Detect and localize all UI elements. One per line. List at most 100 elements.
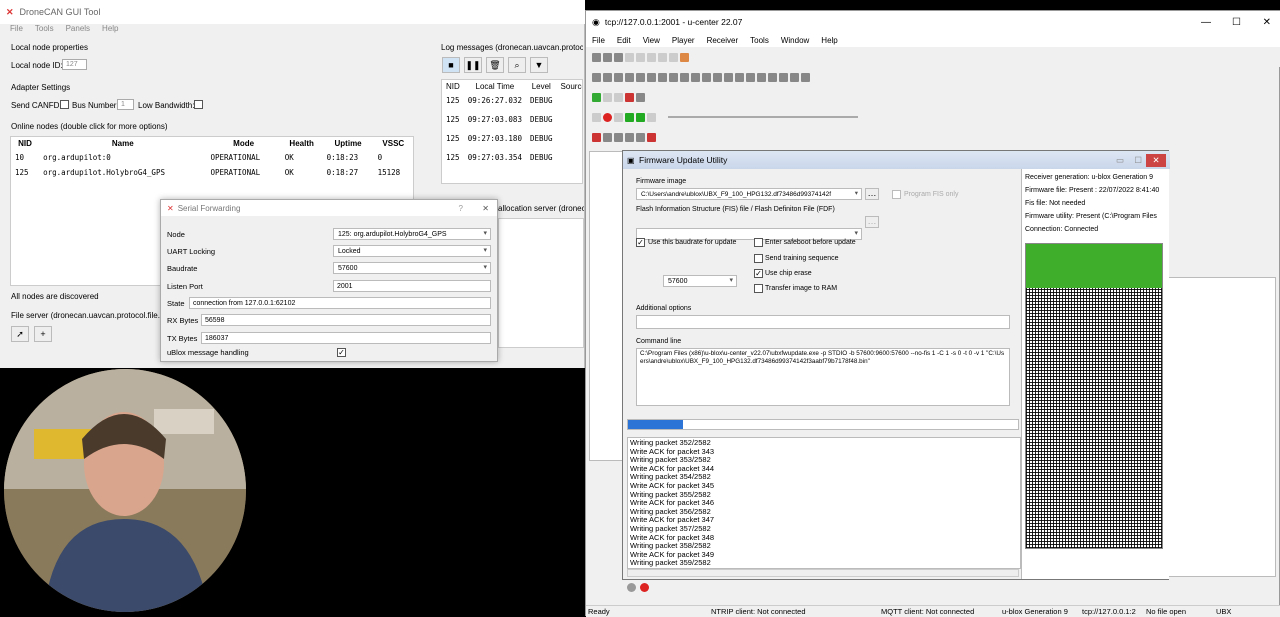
view-icon[interactable] bbox=[669, 72, 678, 82]
bus-number-input[interactable]: 1 bbox=[117, 99, 134, 110]
minimize-icon[interactable]: — bbox=[1201, 17, 1211, 28]
col-name[interactable]: Name bbox=[39, 137, 206, 150]
config-icon[interactable] bbox=[636, 92, 645, 102]
connect-icon[interactable] bbox=[592, 92, 601, 102]
background-view[interactable] bbox=[1168, 277, 1276, 577]
view-icon[interactable] bbox=[614, 72, 623, 82]
menu-panels[interactable]: Panels bbox=[66, 24, 90, 38]
uc-menu-tools[interactable]: Tools bbox=[750, 36, 769, 45]
file-server-start-button[interactable]: ➚ bbox=[11, 326, 29, 342]
additional-options-input[interactable] bbox=[636, 315, 1010, 329]
ublox-handling-checkbox[interactable] bbox=[337, 348, 346, 357]
view-icon[interactable] bbox=[768, 72, 777, 82]
uc-menu-edit[interactable]: Edit bbox=[617, 36, 631, 45]
allocation-table[interactable] bbox=[498, 218, 584, 348]
view-icon[interactable] bbox=[801, 72, 810, 82]
uc-menu-view[interactable]: View bbox=[643, 36, 660, 45]
view-icon[interactable] bbox=[658, 72, 667, 82]
menu-tools[interactable]: Tools bbox=[35, 24, 54, 38]
msg-icon[interactable] bbox=[614, 132, 623, 142]
training-checkbox[interactable] bbox=[754, 254, 763, 263]
msg-icon[interactable] bbox=[603, 132, 612, 142]
msg-icon[interactable] bbox=[636, 132, 645, 142]
use-baud-checkbox[interactable] bbox=[636, 238, 645, 247]
step-icon[interactable] bbox=[647, 112, 656, 122]
col-uptime[interactable]: Uptime bbox=[323, 137, 374, 150]
log-table[interactable]: NID Local Time Level Source 125 09:26:27.… bbox=[441, 79, 583, 184]
send-canfd-checkbox[interactable] bbox=[60, 100, 69, 109]
close-icon[interactable]: ✕ bbox=[482, 204, 489, 213]
view-icon[interactable] bbox=[691, 72, 700, 82]
view-icon[interactable] bbox=[592, 72, 601, 82]
view-icon[interactable] bbox=[735, 72, 744, 82]
col-log-level[interactable]: Level bbox=[526, 80, 557, 93]
fw-minimize-icon[interactable]: ▭ bbox=[1116, 155, 1124, 166]
fw-log-output[interactable]: Writing packet 352/2582 Write ACK for pa… bbox=[627, 437, 1021, 569]
baud-select[interactable]: 57600 bbox=[663, 275, 737, 287]
baudrate-select[interactable]: 57600 bbox=[333, 262, 491, 274]
fw-image-select[interactable]: C:\Users\andre\ublox\UBX_F9_100_HPG132.d… bbox=[636, 188, 862, 200]
save-icon[interactable] bbox=[603, 52, 612, 62]
debug-icon[interactable] bbox=[625, 92, 634, 102]
paste-icon[interactable] bbox=[669, 52, 678, 62]
col-vssc[interactable]: VSSC bbox=[374, 137, 413, 150]
col-nid[interactable]: NID bbox=[11, 137, 39, 150]
chip-erase-checkbox[interactable] bbox=[754, 269, 763, 278]
col-log-time[interactable]: Local Time bbox=[464, 80, 526, 93]
filter-icon[interactable]: ▼ bbox=[530, 57, 548, 73]
cut-icon[interactable] bbox=[647, 52, 656, 62]
view-icon[interactable] bbox=[603, 72, 612, 82]
uc-menu-receiver[interactable]: Receiver bbox=[707, 36, 739, 45]
col-log-source[interactable]: Source bbox=[557, 80, 582, 93]
uc-menu-player[interactable]: Player bbox=[672, 36, 695, 45]
pause-icon[interactable] bbox=[614, 112, 623, 122]
open-icon[interactable] bbox=[614, 52, 623, 62]
eject-icon[interactable] bbox=[592, 112, 601, 122]
search-icon[interactable]: ⌕ bbox=[508, 57, 526, 73]
local-node-id-input[interactable]: 127 bbox=[62, 59, 87, 70]
view-icon[interactable] bbox=[636, 72, 645, 82]
node-select[interactable]: 125: org.ardupilot.HolybroG4_GPS bbox=[333, 228, 491, 240]
view-icon[interactable] bbox=[790, 72, 799, 82]
view-icon[interactable] bbox=[647, 72, 656, 82]
view-icon[interactable] bbox=[779, 72, 788, 82]
uc-menu-file[interactable]: File bbox=[592, 36, 605, 45]
col-health[interactable]: Health bbox=[281, 137, 323, 150]
view-icon[interactable] bbox=[680, 72, 689, 82]
view-icon[interactable] bbox=[724, 72, 733, 82]
transfer-ram-checkbox[interactable] bbox=[754, 284, 763, 293]
fw-maximize-icon[interactable]: ☐ bbox=[1134, 155, 1142, 166]
tool-icon[interactable] bbox=[680, 52, 689, 62]
view-icon[interactable] bbox=[702, 72, 711, 82]
msg-icon[interactable] bbox=[625, 132, 634, 142]
msg-icon[interactable] bbox=[592, 132, 601, 142]
file-server-add-button[interactable]: + bbox=[34, 326, 52, 342]
uc-menu-help[interactable]: Help bbox=[821, 36, 837, 45]
new-icon[interactable] bbox=[592, 52, 601, 62]
baud-icon[interactable] bbox=[603, 92, 612, 102]
record-icon[interactable] bbox=[603, 112, 612, 122]
print-icon[interactable] bbox=[625, 52, 634, 62]
table-row[interactable]: 125 org.ardupilot.HolybroG4_GPS OPERATIO… bbox=[11, 165, 413, 180]
fw-image-browse-button[interactable]: … bbox=[865, 188, 879, 200]
program-fis-checkbox[interactable] bbox=[892, 190, 901, 199]
msg-icon[interactable] bbox=[647, 132, 656, 142]
player-slider[interactable] bbox=[668, 116, 858, 118]
listen-port-input[interactable]: 2001 bbox=[333, 280, 491, 292]
trash-icon[interactable]: 🗑 bbox=[486, 57, 504, 73]
view-icon[interactable] bbox=[757, 72, 766, 82]
col-log-nid[interactable]: NID bbox=[442, 80, 464, 93]
table-row[interactable]: 10 org.ardupilot:0 OPERATIONAL OK 0:18:2… bbox=[11, 150, 413, 165]
autobaud-icon[interactable] bbox=[614, 92, 623, 102]
command-line-field[interactable]: C:\Program Files (x86)\u-blox\u-center_v… bbox=[636, 348, 1010, 406]
col-mode[interactable]: Mode bbox=[206, 137, 280, 150]
log-horizontal-scrollbar[interactable] bbox=[627, 569, 1019, 577]
view-icon[interactable] bbox=[746, 72, 755, 82]
fw-close-icon[interactable]: ✕ bbox=[1146, 153, 1166, 167]
fast-forward-icon[interactable] bbox=[636, 112, 645, 122]
log-row[interactable]: 125 09:27:03.354 DEBUG bbox=[442, 146, 582, 165]
safeboot-checkbox[interactable] bbox=[754, 238, 763, 247]
copy-icon[interactable] bbox=[658, 52, 667, 62]
menu-help[interactable]: Help bbox=[102, 24, 118, 38]
low-bandwidth-checkbox[interactable] bbox=[194, 100, 203, 109]
